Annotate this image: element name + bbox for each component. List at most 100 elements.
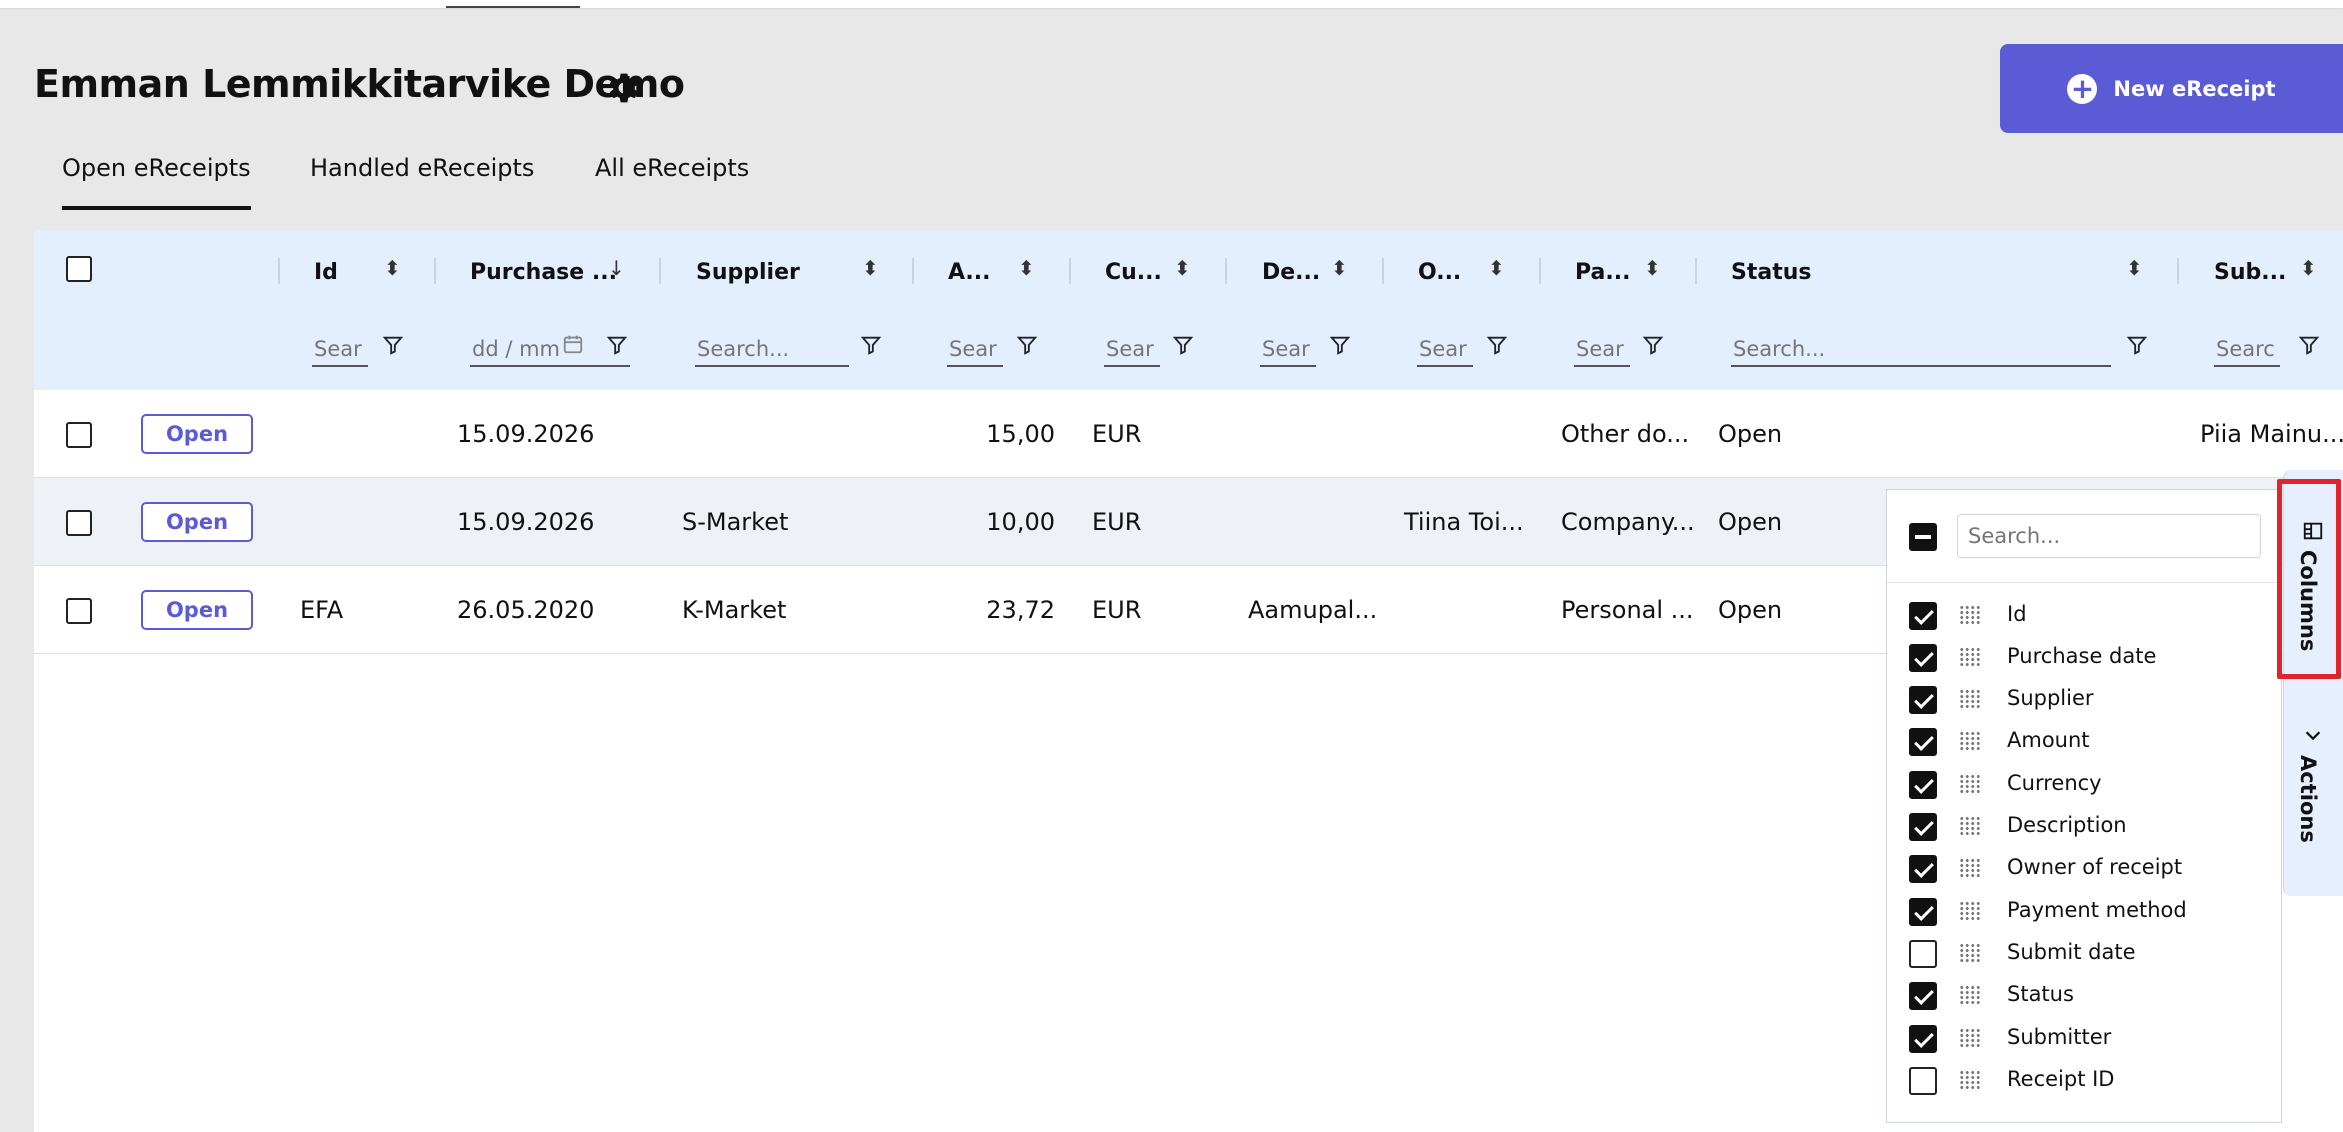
column-separator[interactable] (1382, 258, 1384, 284)
column-checkbox[interactable] (1909, 644, 1937, 672)
filter-icon[interactable] (382, 334, 404, 356)
row-checkbox[interactable] (66, 598, 92, 624)
col-header-submitter[interactable]: Sub... (2214, 260, 2286, 285)
filter-status-input[interactable] (1731, 333, 2111, 367)
column-checkbox[interactable] (1909, 728, 1937, 756)
toggle-all-columns-checkbox[interactable] (1909, 523, 1937, 551)
column-toggle-currency[interactable]: Currency (1909, 768, 2269, 802)
column-toggle-purchase-date[interactable]: Purchase date (1909, 641, 2269, 675)
column-separator[interactable] (1069, 258, 1071, 284)
filter-icon[interactable] (1642, 334, 1664, 356)
filter-amount-input[interactable] (947, 333, 1003, 367)
tab-all-ereceipts[interactable]: All eReceipts (595, 154, 749, 182)
tab-handled-ereceipts[interactable]: Handled eReceipts (310, 154, 534, 182)
filter-icon[interactable] (860, 334, 882, 356)
filter-owner-input[interactable] (1417, 333, 1473, 367)
col-header-payment[interactable]: Pa... (1575, 260, 1630, 285)
column-separator[interactable] (1539, 258, 1541, 284)
filter-description-input[interactable] (1260, 333, 1316, 367)
filter-currency-input[interactable] (1104, 333, 1160, 367)
table-row[interactable]: Open 15.09.2026 15,00 EUR Other do... Op… (34, 390, 2343, 478)
col-header-description[interactable]: De... (1262, 260, 1320, 285)
drag-handle-icon[interactable] (1959, 1028, 1981, 1048)
column-separator[interactable] (912, 258, 914, 284)
sort-icon[interactable]: ⬍ (2126, 256, 2143, 280)
sort-icon[interactable]: ⬍ (1331, 256, 1348, 280)
col-header-owner[interactable]: O... (1418, 260, 1461, 285)
columns-search-input[interactable] (1957, 514, 2261, 558)
column-checkbox[interactable] (1909, 686, 1937, 714)
column-separator[interactable] (434, 258, 436, 284)
select-all-checkbox[interactable] (66, 256, 92, 282)
column-separator[interactable] (278, 258, 280, 284)
filter-id-input[interactable] (312, 333, 368, 367)
drag-handle-icon[interactable] (1959, 605, 1981, 625)
filter-submitter-input[interactable] (2214, 333, 2280, 367)
sort-icon[interactable]: ⬍ (1018, 256, 1035, 280)
filter-icon[interactable] (2298, 334, 2320, 356)
column-checkbox[interactable] (1909, 898, 1937, 926)
filter-icon[interactable] (1016, 334, 1038, 356)
column-checkbox[interactable] (1909, 771, 1937, 799)
filter-icon[interactable] (2126, 334, 2148, 356)
column-checkbox[interactable] (1909, 1025, 1937, 1053)
side-tab-actions[interactable]: Actions (2296, 755, 2320, 843)
drag-handle-icon[interactable] (1959, 901, 1981, 921)
drag-handle-icon[interactable] (1959, 647, 1981, 667)
sort-icon[interactable]: ⬍ (384, 256, 401, 280)
new-ereceipt-button[interactable]: + New eReceipt (2000, 44, 2343, 133)
filter-icon[interactable] (1329, 334, 1351, 356)
sort-icon[interactable]: ⬍ (1644, 256, 1661, 280)
column-toggle-payment[interactable]: Payment method (1909, 895, 2269, 929)
filter-icon[interactable] (1486, 334, 1508, 356)
drag-handle-icon[interactable] (1959, 1070, 1981, 1090)
column-checkbox[interactable] (1909, 602, 1937, 630)
open-button[interactable]: Open (141, 590, 253, 630)
column-toggle-supplier[interactable]: Supplier (1909, 683, 2269, 717)
filter-icon[interactable] (606, 334, 628, 356)
filter-supplier-input[interactable] (695, 333, 849, 367)
column-checkbox[interactable] (1909, 1067, 1937, 1095)
column-toggle-amount[interactable]: Amount (1909, 725, 2269, 759)
filter-payment-input[interactable] (1574, 333, 1630, 367)
column-separator[interactable] (659, 258, 661, 284)
column-checkbox[interactable] (1909, 813, 1937, 841)
sort-icon[interactable]: ⬍ (1174, 256, 1191, 280)
row-checkbox[interactable] (66, 422, 92, 448)
column-separator[interactable] (1225, 258, 1227, 284)
row-checkbox[interactable] (66, 510, 92, 536)
column-toggle-submit-date[interactable]: Submit date (1909, 937, 2269, 971)
calendar-icon[interactable] (562, 333, 584, 355)
column-toggle-status[interactable]: Status (1909, 979, 2269, 1013)
drag-handle-icon[interactable] (1959, 731, 1981, 751)
tab-open-ereceipts[interactable]: Open eReceipts (62, 154, 251, 210)
sort-desc-icon[interactable]: ↓ (608, 256, 625, 280)
filter-icon[interactable] (1172, 334, 1194, 356)
column-checkbox[interactable] (1909, 982, 1937, 1010)
column-toggle-id[interactable]: Id (1909, 599, 2269, 633)
column-toggle-submitter[interactable]: Submitter (1909, 1022, 2269, 1056)
column-toggle-description[interactable]: Description (1909, 810, 2269, 844)
column-checkbox[interactable] (1909, 940, 1937, 968)
sort-icon[interactable]: ⬍ (2300, 256, 2317, 280)
col-header-id[interactable]: Id (314, 260, 338, 285)
column-separator[interactable] (1695, 258, 1697, 284)
drag-handle-icon[interactable] (1959, 816, 1981, 836)
open-button[interactable]: Open (141, 502, 253, 542)
drag-handle-icon[interactable] (1959, 943, 1981, 963)
drag-handle-icon[interactable] (1959, 774, 1981, 794)
gear-icon[interactable] (606, 70, 642, 106)
column-checkbox[interactable] (1909, 855, 1937, 883)
drag-handle-icon[interactable] (1959, 985, 1981, 1005)
col-header-currency[interactable]: Cu... (1105, 260, 1162, 285)
sort-icon[interactable]: ⬍ (862, 256, 879, 280)
open-button[interactable]: Open (141, 414, 253, 454)
drag-handle-icon[interactable] (1959, 858, 1981, 878)
col-header-status[interactable]: Status (1731, 260, 1811, 285)
col-header-supplier[interactable]: Supplier (696, 260, 800, 285)
sort-icon[interactable]: ⬍ (1488, 256, 1505, 280)
col-header-purchase-date[interactable]: Purchase ... (470, 260, 617, 285)
drag-handle-icon[interactable] (1959, 689, 1981, 709)
column-toggle-owner[interactable]: Owner of receipt (1909, 852, 2269, 886)
column-toggle-receipt-id[interactable]: Receipt ID (1909, 1064, 2269, 1098)
